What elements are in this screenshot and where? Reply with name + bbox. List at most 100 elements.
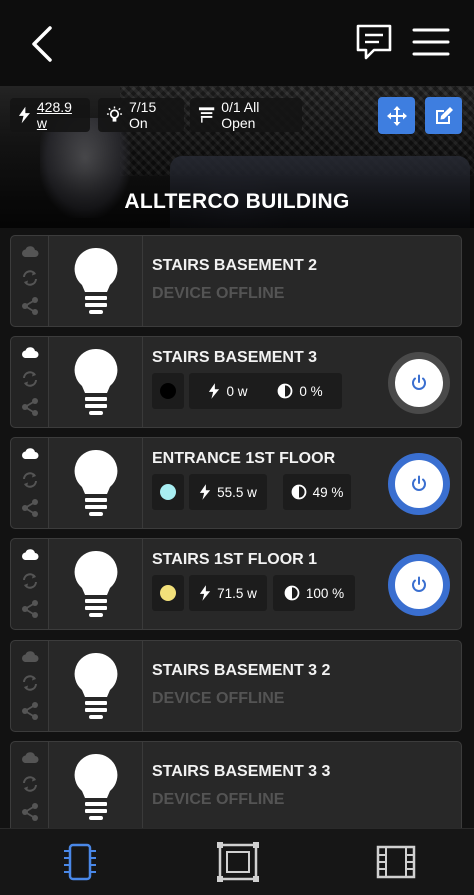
- room-shutters-chip[interactable]: 0/1 All Open: [190, 98, 302, 132]
- power-toggle-button[interactable]: [388, 554, 450, 616]
- brightness-icon: [277, 383, 293, 399]
- device-card[interactable]: ENTRANCE 1ST FLOOR 55.5 w 49 %: [10, 437, 462, 529]
- color-dot: [160, 585, 176, 601]
- color-dot: [160, 484, 176, 500]
- device-side-panel: [11, 236, 49, 326]
- brightness-value: 100 %: [305, 585, 345, 601]
- device-name: STAIRS BASEMENT 3 3: [152, 763, 331, 780]
- chip-icon[interactable]: [58, 841, 102, 883]
- brightness-reading[interactable]: 49 %: [283, 474, 351, 510]
- color-swatch[interactable]: [152, 474, 184, 510]
- device-card[interactable]: STAIRS BASEMENT 3 2 DEVICE OFFLINE: [10, 640, 462, 732]
- film-icon[interactable]: [374, 841, 418, 883]
- device-bulb-cell: [49, 539, 143, 629]
- device-card[interactable]: STAIRS BASEMENT 2 DEVICE OFFLINE: [10, 235, 462, 327]
- share-icon[interactable]: [21, 599, 39, 619]
- power-icon: [412, 475, 426, 491]
- brightness-reading[interactable]: 100 %: [273, 575, 355, 611]
- device-status: DEVICE OFFLINE: [152, 791, 285, 808]
- lightbulb-icon: [74, 652, 118, 719]
- sync-icon[interactable]: [21, 571, 39, 591]
- device-side-panel: [11, 539, 49, 629]
- color-dot: [160, 383, 176, 399]
- device-card[interactable]: STAIRS BASEMENT 3 3 DEVICE OFFLINE: [10, 741, 462, 833]
- sync-icon[interactable]: [21, 268, 39, 288]
- device-status: DEVICE OFFLINE: [152, 690, 285, 707]
- power-toggle-button[interactable]: [388, 453, 450, 515]
- sync-icon[interactable]: [21, 470, 39, 490]
- cloud-icon: [22, 651, 39, 662]
- power-value: 0 w: [226, 383, 248, 399]
- cloud-icon: [22, 448, 39, 459]
- power-toggle-button[interactable]: [388, 352, 450, 414]
- power-icon: [412, 374, 426, 390]
- brightness-value: 0 %: [299, 383, 323, 399]
- share-icon[interactable]: [21, 397, 39, 417]
- cloud-icon: [22, 246, 39, 257]
- sync-icon[interactable]: [21, 673, 39, 693]
- device-name: STAIRS 1ST FLOOR 1: [152, 551, 318, 568]
- power-value: 71.5 w: [217, 585, 257, 601]
- room-title: ALLTERCO BUILDING: [124, 190, 350, 213]
- power-reading: 55.5 w: [189, 474, 267, 510]
- lightbulb-icon: [74, 550, 118, 617]
- brightness-icon: [291, 484, 307, 500]
- color-swatch[interactable]: [152, 575, 184, 611]
- lightbulb-icon: [74, 753, 118, 820]
- device-bulb-cell: [49, 236, 143, 326]
- color-swatch[interactable]: [152, 373, 184, 409]
- device-side-panel: [11, 337, 49, 427]
- device-status: DEVICE OFFLINE: [152, 285, 285, 302]
- move-button[interactable]: [378, 97, 415, 134]
- brightness-value: 49 %: [312, 484, 344, 500]
- room-power-chip[interactable]: 428.9 w: [10, 98, 90, 132]
- rooms-icon[interactable]: [216, 841, 260, 883]
- device-side-panel: [11, 742, 49, 832]
- bolt-icon: [18, 106, 30, 124]
- device-name: STAIRS BASEMENT 2: [152, 257, 318, 274]
- sync-icon[interactable]: [21, 774, 39, 794]
- device-name: ENTRANCE 1ST FLOOR: [152, 450, 336, 467]
- hamburger-menu-icon[interactable]: [412, 26, 450, 58]
- edit-icon: [435, 106, 453, 124]
- bolt-icon: [199, 585, 211, 601]
- power-reading: 71.5 w: [189, 575, 267, 611]
- device-side-panel: [11, 438, 49, 528]
- device-bulb-cell: [49, 337, 143, 427]
- power-reading: 0 w: [189, 373, 267, 409]
- lightbulb-icon: [106, 106, 123, 122]
- cloud-icon: [22, 347, 39, 358]
- bolt-icon: [199, 484, 211, 500]
- device-name: STAIRS BASEMENT 3: [152, 349, 318, 366]
- chat-icon[interactable]: [354, 22, 394, 64]
- device-bulb-cell: [49, 641, 143, 731]
- bolt-icon: [209, 383, 220, 399]
- lightbulb-icon: [74, 247, 118, 314]
- device-side-panel: [11, 641, 49, 731]
- device-card[interactable]: STAIRS BASEMENT 3 0 w 0 %: [10, 336, 462, 428]
- cloud-icon: [22, 549, 39, 560]
- lightbulb-icon: [74, 348, 118, 415]
- share-icon[interactable]: [21, 802, 39, 822]
- device-bulb-cell: [49, 438, 143, 528]
- share-icon[interactable]: [21, 498, 39, 518]
- room-lights-chip[interactable]: 7/15 On: [98, 98, 184, 132]
- brightness-icon: [284, 585, 300, 601]
- shutter-icon: [198, 107, 215, 123]
- move-arrows-icon: [386, 105, 407, 126]
- sync-icon[interactable]: [21, 369, 39, 389]
- room-shutters-value: 0/1 All Open: [221, 99, 260, 131]
- top-bar: [0, 0, 474, 86]
- device-name: STAIRS BASEMENT 3 2: [152, 662, 331, 679]
- power-value: 55.5 w: [217, 484, 257, 500]
- bottom-tab-bar: [0, 828, 474, 895]
- edit-button[interactable]: [425, 97, 462, 134]
- share-icon[interactable]: [21, 296, 39, 316]
- room-lights-value: 7/15 On: [128, 99, 157, 131]
- chevron-left-icon[interactable]: [26, 24, 60, 64]
- room-power-value: 428.9 w: [36, 99, 72, 131]
- brightness-reading[interactable]: 0 %: [258, 373, 342, 409]
- device-card[interactable]: STAIRS 1ST FLOOR 1 71.5 w 100 %: [10, 538, 462, 630]
- share-icon[interactable]: [21, 701, 39, 721]
- device-bulb-cell: [49, 742, 143, 832]
